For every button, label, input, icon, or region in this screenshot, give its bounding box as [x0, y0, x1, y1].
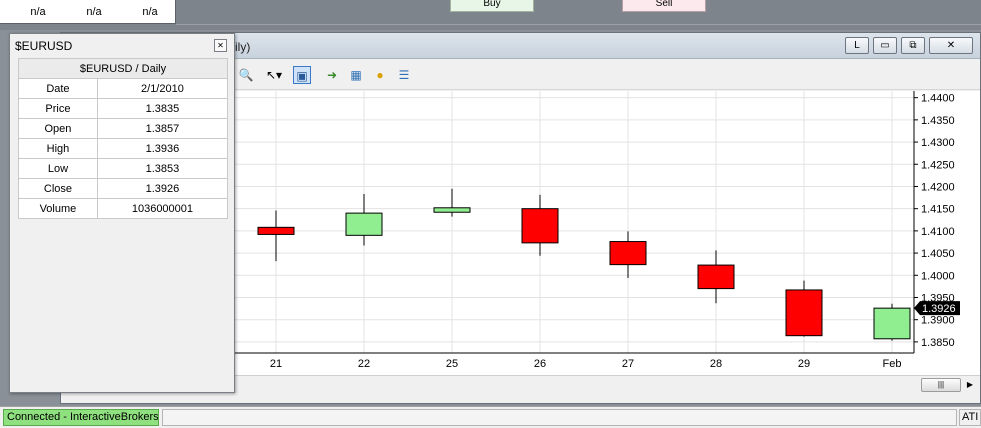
row-value: 2/1/2010 — [96, 78, 229, 99]
row-value: 1.3926 — [96, 178, 229, 199]
y-tick-label: 1.4300 — [921, 137, 955, 149]
order-grid-divider — [176, 24, 981, 30]
data-box-close-icon[interactable]: ✕ — [214, 39, 227, 52]
y-tick-label: 1.4200 — [921, 181, 955, 193]
y-tick-label: 1.4050 — [921, 248, 955, 260]
x-tick-label: Feb — [883, 358, 902, 370]
y-tick-label: 1.4400 — [921, 93, 955, 105]
table-row: Volume 1036000001 — [18, 198, 229, 219]
last-price-label: 1.3926 — [922, 303, 956, 315]
coin-icon[interactable]: ● — [371, 66, 389, 84]
link-button[interactable]: L — [845, 37, 869, 54]
indicator-icon[interactable]: ▦ — [347, 66, 365, 84]
y-tick-label: 1.4350 — [921, 115, 955, 127]
data-box-window: $EURUSD ✕ $EURUSD / Daily Date 2/1/2010 P… — [9, 33, 235, 393]
data-box-title: $EURUSD — [15, 39, 73, 53]
row-label: Low — [18, 158, 98, 179]
status-segment — [162, 409, 957, 426]
candle-body — [257, 226, 295, 235]
buy-button[interactable]: Buy — [450, 0, 534, 12]
candle-body — [345, 212, 383, 236]
quote-panel: n/a n/a n/a — [0, 0, 176, 24]
connection-status: Connected - InteractiveBrokers — [3, 409, 159, 426]
scroll-right-arrow-icon[interactable]: ▶ — [963, 378, 977, 392]
status-right-text: ATI — [959, 409, 981, 426]
y-tick-label: 1.4250 — [921, 159, 955, 171]
x-tick-label: 29 — [798, 358, 810, 370]
quote-value-2: n/a — [86, 6, 102, 18]
row-label: Price — [18, 98, 98, 119]
candle-body — [873, 307, 911, 340]
table-row: Close 1.3926 — [18, 178, 229, 199]
row-label: High — [18, 138, 98, 159]
crosshair-icon[interactable]: ▣ — [293, 66, 311, 84]
row-value: 1.3857 — [96, 118, 229, 139]
row-value: 1036000001 — [96, 198, 229, 219]
scrollbar-thumb[interactable]: ||| — [921, 378, 961, 392]
row-value: 1.3936 — [96, 138, 229, 159]
y-tick-label: 1.4150 — [921, 204, 955, 216]
table-row: Low 1.3853 — [18, 158, 229, 179]
x-tick-label: 25 — [446, 358, 458, 370]
candle-body — [785, 289, 823, 337]
sell-button[interactable]: Sell — [622, 0, 706, 12]
table-row: Open 1.3857 — [18, 118, 229, 139]
strategy-icon[interactable]: ➜ — [323, 66, 341, 84]
x-tick-label: 21 — [270, 358, 282, 370]
list-icon[interactable]: ☰ — [395, 66, 413, 84]
quote-value-3: n/a — [142, 6, 158, 18]
candle-body — [433, 207, 471, 213]
status-bar: Connected - InteractiveBrokers ATI — [0, 406, 981, 428]
x-tick-label: 27 — [622, 358, 634, 370]
chart-window-title: ily) — [235, 40, 251, 54]
zoom-icon[interactable]: 🔍 — [237, 66, 255, 84]
pointer-icon[interactable]: ↖▾ — [265, 66, 283, 84]
close-window-button[interactable]: ✕ — [929, 37, 973, 54]
row-label: Date — [18, 78, 98, 99]
row-label: Close — [18, 178, 98, 199]
y-tick-label: 1.4100 — [921, 226, 955, 238]
row-label: Open — [18, 118, 98, 139]
table-row: Price 1.3835 — [18, 98, 229, 119]
table-row: High 1.3936 — [18, 138, 229, 159]
top-strip: n/a n/a n/a Buy Sell — [0, 0, 981, 30]
row-value: 1.3853 — [96, 158, 229, 179]
row-label: Volume — [18, 198, 98, 219]
data-table-header: $EURUSD / Daily — [18, 58, 228, 79]
x-tick-label: 28 — [710, 358, 722, 370]
quote-value-1: n/a — [30, 6, 46, 18]
candle-body — [609, 241, 647, 266]
x-tick-label: 22 — [358, 358, 370, 370]
table-row: Date 2/1/2010 — [18, 78, 229, 99]
data-table: $EURUSD / Daily Date 2/1/2010 Price 1.3835… — [18, 58, 229, 219]
y-tick-label: 1.4000 — [921, 270, 955, 282]
candle-body — [521, 208, 559, 244]
minimize-button[interactable]: ▭ — [873, 37, 897, 54]
row-value: 1.3835 — [96, 98, 229, 119]
candle-body — [697, 264, 735, 290]
y-tick-label: 1.3850 — [921, 337, 955, 349]
x-tick-label: 26 — [534, 358, 546, 370]
y-tick-label: 1.3900 — [921, 315, 955, 327]
restore-button[interactable]: ⧉ — [901, 37, 925, 54]
